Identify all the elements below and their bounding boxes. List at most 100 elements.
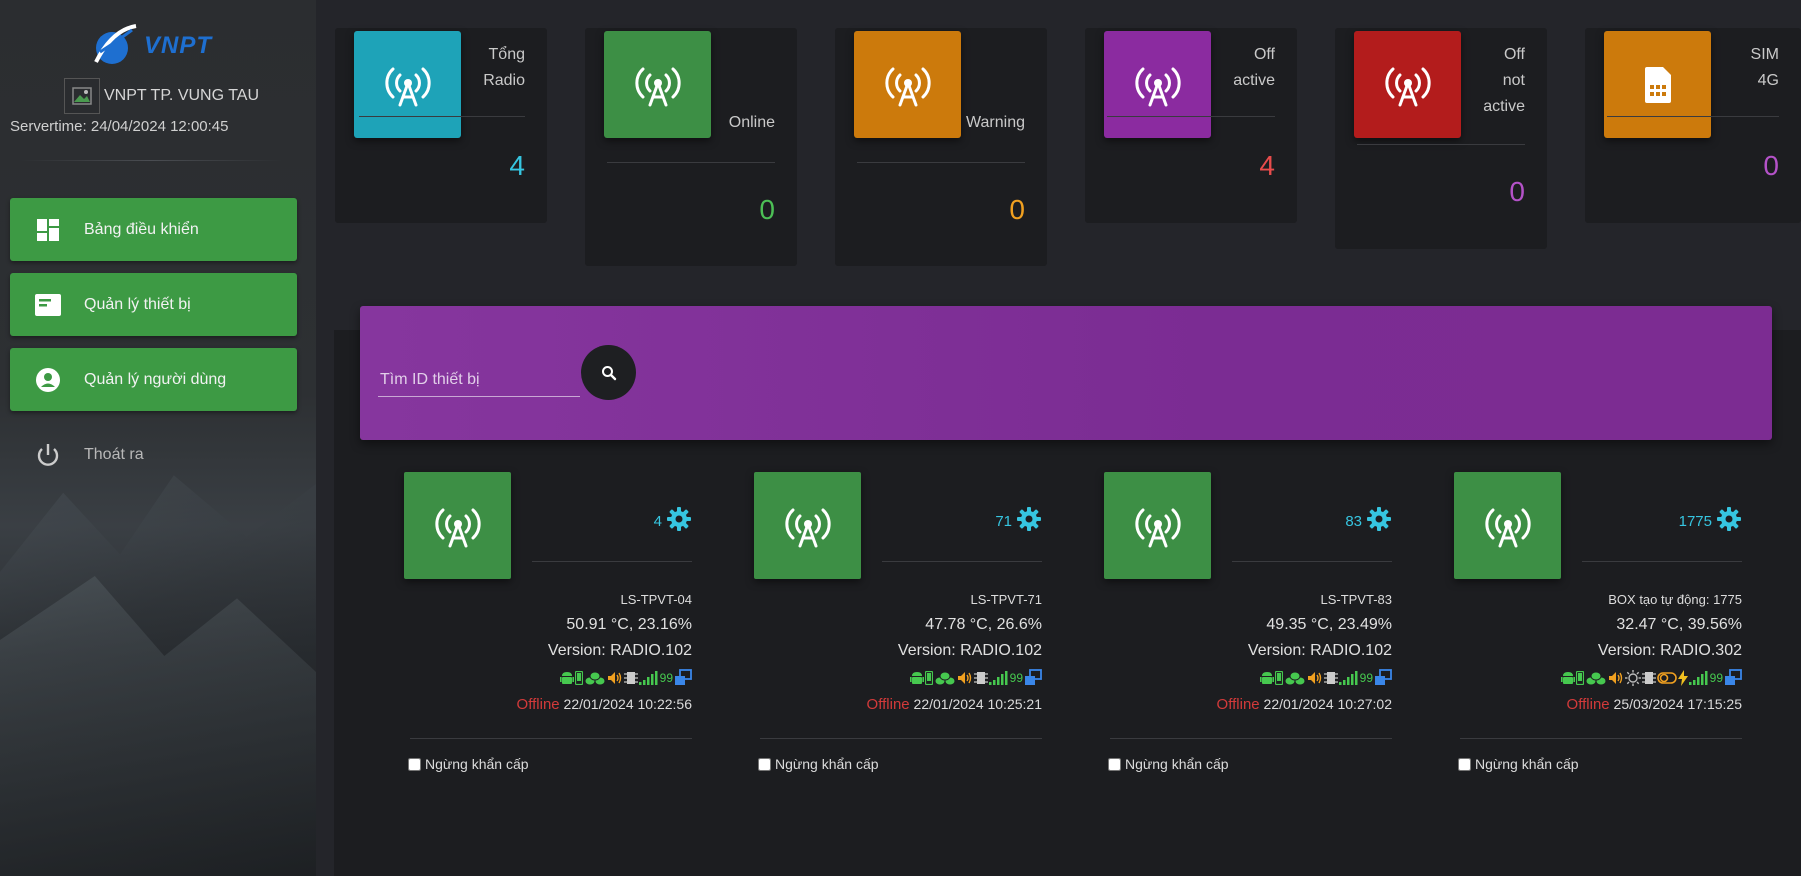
emergency-stop-checkbox[interactable] — [1458, 757, 1471, 771]
settings-gear-icon[interactable] — [1716, 506, 1742, 537]
divider — [882, 561, 1042, 562]
radio-tower-icon — [1134, 67, 1181, 106]
stat-card-warning[interactable]: Warning 0 — [835, 28, 1047, 266]
coins-icon — [934, 669, 956, 687]
device-status-line: Offline 22/01/2024 10:27:02 — [1217, 696, 1392, 713]
last-seen-time: 22/01/2024 10:27:02 — [1263, 696, 1392, 712]
device-temperature-humidity: 47.78 °C, 26.6% — [925, 616, 1042, 633]
stat-card-online[interactable]: Online 0 — [585, 28, 797, 266]
settings-gear-icon[interactable] — [666, 506, 692, 537]
emergency-stop-checkbox[interactable] — [408, 757, 421, 771]
device-id: 1775 — [1678, 513, 1712, 530]
search-input[interactable] — [378, 364, 580, 397]
device-id-row: 83 — [1345, 506, 1392, 537]
device-icon-box — [1454, 472, 1561, 579]
copy-window-icon[interactable] — [1024, 669, 1042, 687]
radio-tower-icon — [384, 67, 431, 106]
device-icon-box — [404, 472, 511, 579]
device-id: 83 — [1345, 513, 1362, 530]
phone-icon — [1274, 669, 1283, 687]
radio-tower-icon — [1384, 67, 1431, 106]
device-card[interactable]: 71 LS-TPVT-71 47.78 °C, 26.6% Version: R… — [734, 458, 1064, 798]
divider — [1607, 116, 1779, 117]
android-icon — [559, 669, 574, 687]
phone-icon — [574, 669, 583, 687]
stat-value: 0 — [1009, 194, 1025, 225]
device-status-icons: 99 — [559, 668, 692, 688]
stat-card-off-not-active[interactable]: Off not active 0 — [1335, 28, 1547, 249]
divider — [359, 116, 525, 117]
device-card[interactable]: 1775 BOX tạo tự động: 1775 32.47 °C, 39.… — [1434, 458, 1764, 798]
stat-icon-box — [854, 31, 961, 138]
emergency-stop-label: Ngừng khẩn cấp — [775, 756, 879, 772]
device-status-icons: 99 — [1560, 668, 1742, 688]
signal-bars-icon — [1688, 669, 1709, 687]
speaker-icon — [1608, 669, 1624, 687]
emergency-stop-label: Ngừng khẩn cấp — [1475, 756, 1579, 772]
signal-value: 99 — [1009, 671, 1023, 685]
divider — [20, 160, 282, 161]
stat-card-off-active[interactable]: Off active 4 — [1085, 28, 1297, 223]
stat-value: 0 — [1509, 176, 1525, 207]
emergency-stop-toggle[interactable]: Ngừng khẩn cấp — [758, 756, 879, 772]
logo-wordmark: VNPT — [144, 32, 213, 59]
lightning-icon — [1677, 669, 1688, 687]
emergency-stop-label: Ngừng khẩn cấp — [1125, 756, 1229, 772]
phone-icon — [1575, 669, 1584, 687]
stat-value: 0 — [1763, 150, 1779, 181]
nav-dashboard-button[interactable]: Bảng điều khiển — [10, 198, 297, 261]
stat-icon-box — [354, 31, 461, 138]
stat-value: 0 — [759, 194, 775, 225]
device-card[interactable]: 83 LS-TPVT-83 49.35 °C, 23.49% Version: … — [1084, 458, 1414, 798]
copy-window-icon[interactable] — [674, 669, 692, 687]
device-status-line: Offline 25/03/2024 17:15:25 — [1567, 696, 1742, 713]
stat-label: Off active — [1233, 46, 1275, 89]
emergency-stop-checkbox[interactable] — [1108, 757, 1121, 771]
emergency-stop-checkbox[interactable] — [758, 757, 771, 771]
copy-window-icon[interactable] — [1724, 669, 1742, 687]
globe-logo-icon — [94, 24, 137, 64]
device-icon-box — [1104, 472, 1211, 579]
search-icon — [601, 365, 616, 380]
nav-users-button[interactable]: Quản lý người dùng — [10, 348, 297, 411]
stat-icon-box — [1104, 31, 1211, 138]
logout-label: Thoát ra — [84, 446, 144, 463]
device-id: 4 — [653, 513, 662, 530]
divider — [1460, 738, 1742, 739]
radio-tower-icon — [1484, 508, 1531, 547]
logout-button[interactable]: Thoát ra — [10, 437, 297, 473]
emergency-stop-toggle[interactable]: Ngừng khẩn cấp — [1108, 756, 1229, 772]
speaker-icon — [957, 669, 973, 687]
stat-label: Off not active — [1483, 46, 1525, 115]
nav-devices-label: Quản lý thiết bị — [84, 295, 191, 313]
android-icon — [1560, 669, 1575, 687]
copy-window-icon[interactable] — [1374, 669, 1392, 687]
divider — [857, 162, 1025, 163]
last-seen-time: 25/03/2024 17:15:25 — [1613, 696, 1742, 712]
settings-gear-icon[interactable] — [1366, 506, 1392, 537]
divider — [532, 561, 692, 562]
stat-card-total-radio[interactable]: Tổng Radio 4 — [335, 28, 547, 223]
device-id-row: 1775 — [1679, 506, 1742, 537]
search-button[interactable] — [581, 345, 636, 400]
speaker-icon — [1307, 669, 1323, 687]
device-version: Version: RADIO.102 — [547, 642, 692, 659]
vnpt-logo[interactable]: VNPT — [92, 20, 222, 72]
divider — [1582, 561, 1742, 562]
signal-bars-icon — [1338, 669, 1359, 687]
speaker-icon — [607, 669, 623, 687]
emergency-stop-toggle[interactable]: Ngừng khẩn cấp — [408, 756, 529, 772]
emergency-stop-toggle[interactable]: Ngừng khẩn cấp — [1458, 756, 1579, 772]
nav-devices-button[interactable]: Quản lý thiết bị — [10, 273, 297, 336]
nav-dashboard-label: Bảng điều khiển — [84, 220, 199, 238]
divider — [1357, 144, 1525, 145]
device-temperature-humidity: 49.35 °C, 23.49% — [1266, 616, 1392, 633]
radio-tower-icon — [634, 67, 681, 106]
settings-gear-icon[interactable] — [1016, 506, 1042, 537]
stat-card-sim-4g[interactable]: SIM 4G 0 — [1585, 28, 1801, 223]
device-card[interactable]: 4 LS-TPVT-04 50.91 °C, 23.16% Version: R… — [384, 458, 714, 798]
user-circle-icon — [32, 364, 64, 396]
device-version: Version: RADIO.102 — [897, 642, 1042, 659]
stat-icon-box — [604, 31, 711, 138]
signal-value: 99 — [1359, 671, 1373, 685]
